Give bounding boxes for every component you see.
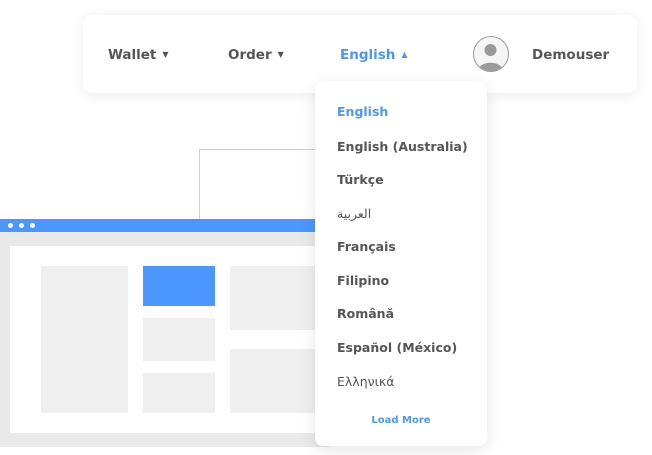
placeholder-block: [143, 373, 215, 413]
page: Wallet ▼ Order ▼ English ▲ Demouser Engl…: [0, 0, 652, 455]
language-option[interactable]: Română: [337, 303, 477, 323]
order-menu-label: Order: [228, 47, 272, 63]
language-dropdown: English English (Australia) Türkçe العرب…: [315, 81, 487, 446]
placeholder-block: [143, 318, 215, 361]
language-menu[interactable]: English ▲: [340, 45, 408, 65]
order-menu[interactable]: Order ▼: [228, 45, 284, 65]
wallet-menu-label: Wallet: [108, 47, 157, 63]
language-option[interactable]: English (Australia): [337, 136, 477, 156]
browser-title-bar: [0, 219, 330, 232]
load-more-button[interactable]: Load More: [315, 415, 487, 426]
placeholder-block: [41, 266, 128, 413]
language-menu-label: English: [340, 47, 396, 63]
language-option[interactable]: Español (México): [337, 337, 477, 357]
placeholder-block-highlight: [143, 266, 215, 306]
connector-line: [199, 149, 319, 150]
language-option[interactable]: Ελληνικά: [337, 371, 477, 391]
browser-illustration: [0, 219, 330, 447]
caret-up-icon: ▲: [401, 50, 408, 59]
connector-line: [199, 149, 200, 219]
window-dot-icon: [8, 223, 13, 228]
language-option[interactable]: Français: [337, 236, 477, 256]
caret-down-icon: ▼: [277, 50, 284, 59]
wallet-menu[interactable]: Wallet ▼: [108, 45, 169, 65]
window-dot-icon: [19, 223, 24, 228]
language-option[interactable]: العربية: [337, 203, 477, 223]
language-option[interactable]: English: [337, 101, 477, 121]
user-avatar-icon[interactable]: [473, 36, 509, 72]
language-option[interactable]: Türkçe: [337, 169, 477, 189]
caret-down-icon: ▼: [162, 50, 169, 59]
window-dot-icon: [30, 223, 35, 228]
language-option[interactable]: Filipino: [337, 270, 477, 290]
username[interactable]: Demouser: [532, 45, 609, 65]
browser-content: [10, 246, 330, 433]
